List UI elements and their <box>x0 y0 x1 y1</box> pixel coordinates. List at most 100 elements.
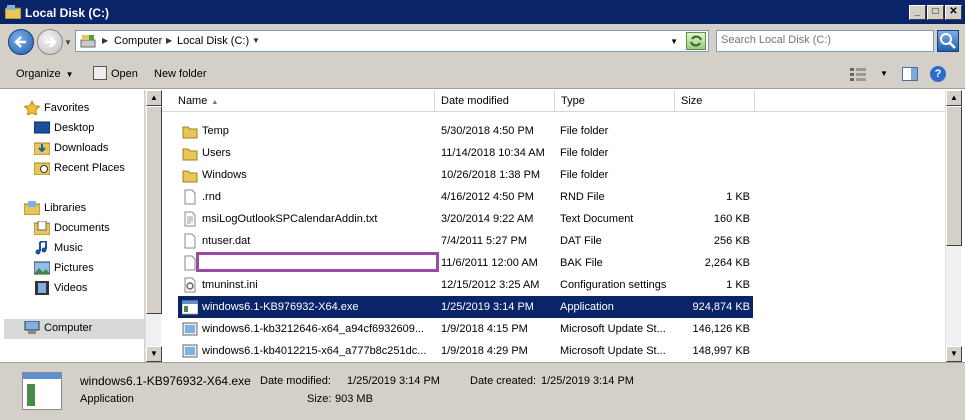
file-name: msiLogOutlookSPCalendarAddin.txt <box>202 213 378 225</box>
refresh-button[interactable] <box>686 32 706 50</box>
history-dropdown-icon[interactable]: ▼ <box>64 38 72 47</box>
update-package-icon <box>182 322 198 336</box>
scroll-up-button[interactable]: ▲ <box>946 90 962 106</box>
list-item[interactable]: .rnd 4/16/2012 4:50 PM RND File 1 KB <box>178 186 753 208</box>
address-box[interactable]: ▶ Computer ▶ Local Disk (C:) ▼ ▼ <box>75 30 709 52</box>
file-icon <box>184 189 196 205</box>
column-header-size[interactable]: Size <box>675 90 755 112</box>
column-header-type[interactable]: Type <box>555 90 675 112</box>
breadcrumb-local-disk[interactable]: Local Disk (C:) <box>177 35 249 47</box>
list-item-selected[interactable]: windows6.1-KB976932-X64.exe 1/25/2019 3:… <box>178 296 753 318</box>
organize-label: Organize <box>16 68 61 80</box>
nav-pictures[interactable]: Pictures <box>34 260 144 278</box>
star-icon <box>24 101 40 115</box>
nav-recent-places-label: Recent Places <box>54 162 125 174</box>
scroll-thumb[interactable] <box>146 106 162 314</box>
breadcrumb-separator-icon[interactable]: ▶ <box>102 36 108 45</box>
nav-libraries-label: Libraries <box>44 202 87 214</box>
column-header-name[interactable]: Name ▲ <box>172 90 435 112</box>
file-size: 160 KB <box>713 213 750 225</box>
folder-icon <box>182 170 198 183</box>
list-item[interactable]: Windows 10/26/2018 1:38 PM File folder <box>178 164 753 186</box>
scroll-thumb[interactable] <box>946 106 962 246</box>
minimize-button[interactable]: _ <box>909 5 926 20</box>
nav-videos[interactable]: Videos <box>34 280 144 298</box>
file-type: BAK File <box>560 257 603 269</box>
file-type: File folder <box>560 125 609 137</box>
update-package-icon <box>182 344 198 358</box>
downloads-folder-icon <box>34 142 50 155</box>
file-type: File folder <box>560 147 609 159</box>
file-date: 1/25/2019 3:14 PM <box>441 301 534 313</box>
music-icon <box>35 241 47 255</box>
list-item[interactable]: windows6.1-kb3212646-x64_a94cf6932609...… <box>178 318 753 340</box>
file-list-scrollbar[interactable]: ▲ ▼ <box>945 90 962 362</box>
forward-button[interactable] <box>37 29 63 55</box>
file-date: 7/4/2011 5:27 PM <box>441 235 528 247</box>
search-icon <box>940 33 956 49</box>
list-item[interactable]: tmuninst.ini 12/15/2012 3:25 AM Configur… <box>178 274 753 296</box>
nav-documents[interactable]: Documents <box>34 220 144 238</box>
help-icon[interactable]: ? <box>930 66 946 82</box>
list-item[interactable]: windows6.1-kb4012215-x64_a777b8c251dc...… <box>178 340 753 362</box>
recent-places-icon <box>34 162 50 175</box>
maximize-button[interactable]: □ <box>927 5 944 20</box>
back-arrow-icon <box>14 36 26 48</box>
search-button[interactable] <box>937 30 959 52</box>
file-name: windows6.1-KB976932-X64.exe <box>202 301 359 313</box>
preview-pane-icon[interactable] <box>902 67 918 81</box>
nav-downloads[interactable]: Downloads <box>34 140 144 158</box>
file-type: Microsoft Update St... <box>560 345 666 357</box>
file-name: windows6.1-kb4012215-x64_a777b8c251dc... <box>202 345 427 357</box>
navigation-scrollbar[interactable]: ▲ ▼ <box>145 90 162 362</box>
list-item[interactable]: msiLogOutlookSPCalendarAddin.txt 3/20/20… <box>178 208 753 230</box>
search-input[interactable] <box>721 34 926 46</box>
nav-recent-places[interactable]: Recent Places <box>34 160 144 178</box>
open-button[interactable]: Open <box>111 68 138 80</box>
breadcrumb-separator-icon[interactable]: ▶ <box>166 36 172 45</box>
open-icon <box>93 66 107 80</box>
nav-desktop[interactable]: Desktop <box>34 120 144 138</box>
nav-computer[interactable]: Computer <box>4 319 144 339</box>
close-button[interactable]: ✕ <box>945 5 962 20</box>
file-name: Temp <box>202 125 229 137</box>
nav-libraries[interactable]: Libraries <box>24 200 144 218</box>
change-view-icon[interactable] <box>850 68 866 81</box>
address-bar-row: ▼ ▶ Computer ▶ Local Disk (C:) ▼ ▼ <box>0 24 965 60</box>
text-file-icon <box>184 211 196 227</box>
file-date: 3/20/2014 9:22 AM <box>441 213 534 225</box>
file-size: 1 KB <box>726 279 750 291</box>
nav-music[interactable]: Music <box>34 240 144 258</box>
breadcrumb-computer[interactable]: Computer <box>114 35 162 47</box>
search-box[interactable] <box>716 30 934 52</box>
explorer-app-icon <box>5 5 21 19</box>
file-date: 5/30/2018 4:50 PM <box>441 125 534 137</box>
scroll-down-button[interactable]: ▼ <box>146 346 162 362</box>
scroll-down-button[interactable]: ▼ <box>946 346 962 362</box>
scroll-up-button[interactable]: ▲ <box>146 90 162 106</box>
nav-computer-label: Computer <box>44 322 93 334</box>
view-options-dropdown-icon[interactable]: ▼ <box>880 69 888 78</box>
new-folder-button[interactable]: New folder <box>154 68 207 80</box>
address-dropdown-icon[interactable]: ▼ <box>670 37 678 46</box>
computer-icon <box>24 321 40 334</box>
window-title: Local Disk (C:) <box>25 6 110 20</box>
column-header-date[interactable]: Date modified <box>435 90 555 112</box>
organize-menu[interactable]: Organize ▼ <box>16 68 74 80</box>
title-bar[interactable]: Local Disk (C:) _ □ ✕ <box>0 0 965 24</box>
list-item[interactable]: Users 11/14/2018 10:34 AM File folder <box>178 142 753 164</box>
file-name: Windows <box>202 169 247 181</box>
file-size: 924,874 KB <box>692 301 751 313</box>
file-list-pane: Name ▲ Date modified Type Size Temp 5/30/… <box>162 90 945 362</box>
nav-pictures-label: Pictures <box>54 262 94 274</box>
column-name-label: Name <box>178 95 208 107</box>
list-item[interactable]: ntuser.dat 7/4/2011 5:27 PM DAT File 256… <box>178 230 753 252</box>
nav-music-label: Music <box>54 242 83 254</box>
nav-favorites[interactable]: Favorites <box>24 100 144 118</box>
application-large-icon <box>22 372 62 410</box>
breadcrumb-separator-icon[interactable]: ▼ <box>252 36 260 45</box>
file-type: DAT File <box>560 235 602 247</box>
back-button[interactable] <box>8 29 34 55</box>
file-type: Application <box>560 301 614 313</box>
list-item[interactable]: Temp 5/30/2018 4:50 PM File folder <box>178 120 753 142</box>
